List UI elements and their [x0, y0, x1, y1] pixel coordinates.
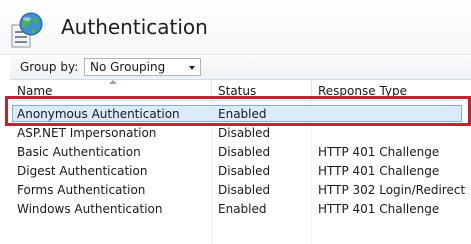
cell-name: ASP.NET Impersonation	[17, 126, 157, 140]
group-by-value: No Grouping	[90, 60, 166, 74]
cell-response-type: HTTP 401 Challenge	[318, 164, 440, 178]
cell-name: Basic Authentication	[17, 145, 141, 159]
group-by-dropdown[interactable]: No Grouping	[84, 58, 201, 76]
cell-response-type: HTTP 401 Challenge	[318, 145, 440, 159]
table-row[interactable]: Basic Authentication Disabled HTTP 401 C…	[10, 142, 471, 161]
table-row[interactable]: Digest Authentication Disabled HTTP 401 …	[10, 161, 471, 180]
cell-status: Disabled	[218, 145, 271, 159]
page-title: Authentication	[61, 15, 208, 39]
cell-status: Disabled	[218, 183, 271, 197]
group-by-toolbar: Group by: No Grouping	[10, 56, 471, 80]
header-divider	[0, 54, 471, 55]
globe-document-icon	[11, 12, 43, 48]
cell-response-type: HTTP 302 Login/Redirect	[318, 183, 466, 197]
cell-name: Digest Authentication	[17, 164, 148, 178]
annotation-highlight-box	[5, 96, 471, 126]
group-by-label: Group by:	[20, 60, 79, 74]
cell-response-type: HTTP 401 Challenge	[318, 202, 440, 216]
cell-name: Forms Authentication	[17, 183, 146, 197]
cell-status: Enabled	[218, 202, 267, 216]
table-row[interactable]: Windows Authentication Enabled HTTP 401 …	[10, 199, 471, 218]
sort-ascending-icon	[109, 80, 117, 84]
chevron-down-icon	[189, 66, 195, 70]
cell-status: Disabled	[218, 164, 271, 178]
cell-name: Windows Authentication	[17, 202, 163, 216]
table-row[interactable]: Forms Authentication Disabled HTTP 302 L…	[10, 180, 471, 199]
cell-status: Disabled	[218, 126, 271, 140]
page-header: Authentication	[0, 0, 471, 54]
